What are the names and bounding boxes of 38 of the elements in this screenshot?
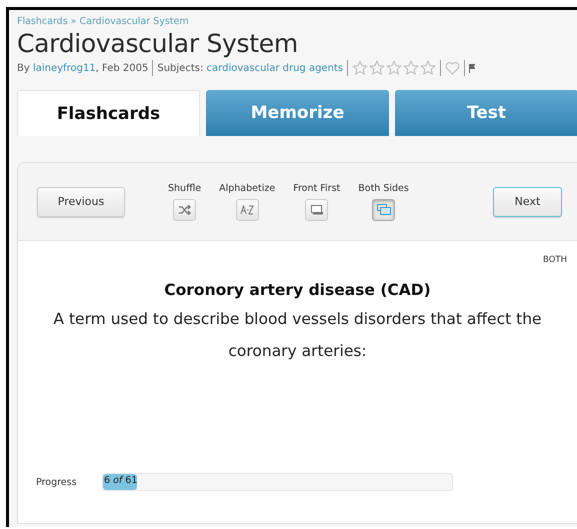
- date-text: , Feb 2005: [96, 62, 148, 74]
- author-link[interactable]: laineyfrog11: [32, 62, 96, 74]
- subjects-label: Subjects:: [157, 62, 204, 74]
- card-term: Coronory artery disease (CAD): [163, 281, 432, 299]
- heart-icon[interactable]: [445, 62, 460, 74]
- option-label: Front First: [293, 182, 340, 194]
- option-label: Shuffle: [168, 182, 202, 194]
- side-indicator: BOTH: [542, 254, 568, 265]
- star-icon[interactable]: [369, 60, 386, 76]
- card-icon[interactable]: [310, 204, 323, 214]
- alpha-toggle[interactable]: [236, 198, 259, 220]
- option-label: Both Sides: [358, 182, 409, 194]
- previous-button[interactable]: Previous: [37, 186, 125, 216]
- flag-icon[interactable]: [469, 64, 476, 72]
- progress-label: Progress: [36, 476, 78, 488]
- two-cards-icon[interactable]: [376, 204, 391, 215]
- star-icon[interactable]: [386, 60, 402, 76]
- byline-label: By: [17, 62, 30, 74]
- shuffle-toggle[interactable]: [173, 198, 196, 220]
- star-icon[interactable]: [352, 60, 368, 76]
- tab[interactable]: Memorize: [206, 90, 389, 136]
- next-button[interactable]: Next: [493, 186, 562, 216]
- star-icon[interactable]: [403, 60, 420, 76]
- breadcrumb-link[interactable]: Cardiovascular System: [79, 16, 189, 27]
- front-toggle[interactable]: [305, 198, 328, 220]
- breadcrumb-separator: »: [70, 16, 76, 27]
- tab[interactable]: Test: [395, 90, 577, 136]
- star-icon[interactable]: [420, 60, 436, 76]
- option-label: Alphabetize: [219, 182, 276, 194]
- both-toggle[interactable]: [372, 198, 396, 220]
- card-definition: A term used to describe blood vessels disorders that affect the coronary arteries:: [52, 309, 543, 362]
- tab[interactable]: Flashcards: [17, 90, 200, 136]
- shuffle-icon[interactable]: [178, 204, 191, 214]
- breadcrumb-link[interactable]: Flashcards: [17, 16, 68, 27]
- a-z-icon[interactable]: [240, 204, 254, 214]
- progress-reading: 6 of 61: [104, 475, 138, 486]
- page-title: Cardiovascular System: [17, 29, 299, 59]
- subject-link[interactable]: cardiovascular drug agents: [206, 62, 344, 74]
